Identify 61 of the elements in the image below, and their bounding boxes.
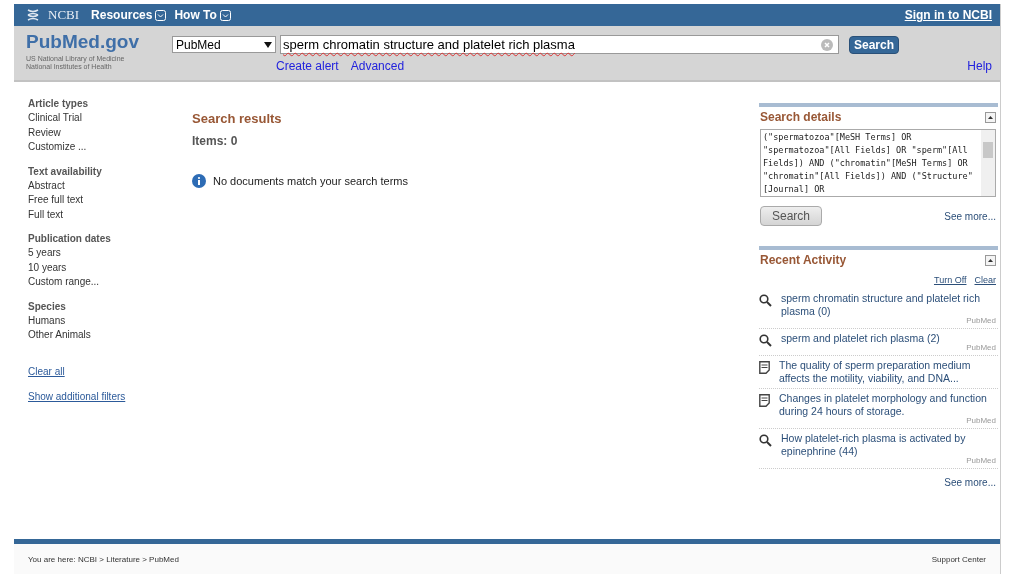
- panel-title: Search details: [760, 110, 842, 124]
- info-icon: [192, 174, 206, 188]
- filter-item[interactable]: Custom range...: [28, 275, 192, 290]
- filter-item[interactable]: Review: [28, 125, 192, 140]
- see-more-link[interactable]: See more...: [944, 477, 996, 488]
- dropdown-arrow-icon: [264, 41, 272, 48]
- sign-in-link[interactable]: Sign in to NCBI: [904, 8, 992, 22]
- menu-button[interactable]: Resources: [91, 8, 167, 22]
- see-more-link[interactable]: See more...: [944, 210, 996, 222]
- recent-activity-link[interactable]: Changes in platelet morphology and function during 24 hours of storage.: [779, 392, 996, 418]
- document-icon: [759, 361, 770, 374]
- header-link[interactable]: Create alert: [276, 59, 339, 73]
- collapse-icon[interactable]: [985, 111, 996, 123]
- document-icon: [759, 394, 770, 407]
- filter-heading: Article types: [28, 97, 90, 111]
- items-count: Items: 0: [192, 134, 239, 148]
- filter-item[interactable]: 10 years: [28, 260, 192, 275]
- search-button[interactable]: Search: [849, 35, 900, 54]
- filter-item[interactable]: Customize ...: [28, 140, 192, 155]
- activity-action-link[interactable]: Turn Off: [933, 275, 967, 285]
- panel-title: Recent Activity: [760, 253, 847, 267]
- header-link[interactable]: Advanced: [350, 59, 405, 73]
- search-button[interactable]: Search: [760, 206, 823, 226]
- recent-activity-link[interactable]: sperm and platelet rich plasma (2): [781, 332, 996, 345]
- search-icon: [759, 434, 772, 447]
- recent-activity-link[interactable]: sperm chromatin structure and platelet rich plasma (0): [781, 292, 996, 318]
- filter-heading: Text availability: [28, 164, 103, 179]
- database-select[interactable]: PubMed: [172, 36, 276, 53]
- helix-icon: [26, 8, 40, 22]
- filter-item[interactable]: Free full text: [28, 193, 192, 208]
- filter-item[interactable]: Abstract: [28, 178, 192, 193]
- filter-item[interactable]: Full text: [28, 207, 192, 222]
- source-label: PubMed: [966, 456, 996, 465]
- filter-link[interactable]: Clear all: [28, 365, 65, 377]
- menu-button[interactable]: How To: [174, 8, 231, 22]
- filter-item[interactable]: Humans: [28, 313, 192, 328]
- filter-item[interactable]: Clinical Trial: [28, 111, 192, 126]
- filter-link[interactable]: Show additional filters: [28, 390, 126, 402]
- collapse-icon[interactable]: [985, 254, 996, 266]
- activity-action-link[interactable]: Clear: [974, 275, 996, 285]
- search-icon: [759, 334, 772, 347]
- source-label: PubMed: [966, 316, 996, 325]
- brand-name[interactable]: NCBI: [48, 7, 80, 23]
- source-label: PubMed: [966, 416, 996, 425]
- recent-activity-link[interactable]: The quality of sperm preparation medium affects the motility, viability, and DNA...: [779, 359, 996, 385]
- support-link[interactable]: Support Center: [931, 554, 986, 564]
- no-results-message: No documents match your search terms: [213, 175, 409, 187]
- help-link[interactable]: Help: [967, 59, 992, 73]
- filter-item[interactable]: Other Animals: [28, 328, 192, 343]
- filter-item[interactable]: 5 years: [28, 246, 192, 261]
- recent-activity-link[interactable]: How platelet-rich plasma is activated by epinephrine (44): [781, 432, 996, 458]
- filter-heading: Publication dates: [28, 232, 112, 246]
- search-icon: [759, 294, 772, 307]
- chevron-down-icon: [155, 9, 167, 21]
- source-label: PubMed: [966, 343, 996, 352]
- search-field[interactable]: sperm chromatin structure and platelet rich plasma: [280, 35, 839, 54]
- logo[interactable]: PubMed.gov: [26, 32, 172, 52]
- filter-heading: Species: [28, 299, 67, 314]
- breadcrumb: You are here: NCBI > Literature > PubMed: [28, 554, 179, 564]
- results-title: Search results: [192, 111, 283, 126]
- chevron-down-icon: [219, 9, 231, 21]
